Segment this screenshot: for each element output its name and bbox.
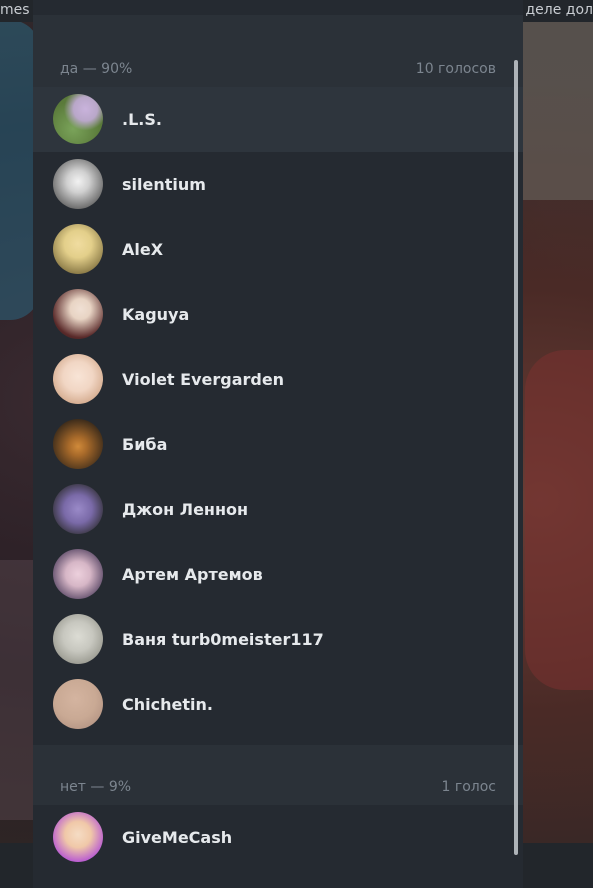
voter-row[interactable]: Ваня turb0meister117 (33, 607, 523, 672)
voter-avatar (53, 354, 103, 404)
poll-option-label: да — 90% (60, 61, 133, 77)
voter-name: Chichetin. (122, 695, 213, 714)
voter-row[interactable]: .L.S. (33, 87, 523, 152)
poll-option-header: да — 90% 10 голосов (33, 15, 523, 87)
voter-row[interactable]: Биба (33, 412, 523, 477)
wallpaper-shape (525, 350, 593, 690)
poll-vote-count: 1 голос (441, 779, 497, 795)
voter-avatar (53, 679, 103, 729)
voter-avatar (53, 224, 103, 274)
voter-avatar (53, 94, 103, 144)
voter-avatar (53, 812, 103, 862)
voter-name: Артем Артемов (122, 565, 263, 584)
voter-name: GiveMeCash (122, 828, 233, 847)
voter-row[interactable]: silentium (33, 152, 523, 217)
modal-scrollbar[interactable] (514, 60, 518, 855)
voter-avatar (53, 614, 103, 664)
voter-name: .L.S. (122, 110, 162, 129)
voter-name: Биба (122, 435, 168, 454)
voter-row[interactable]: GiveMeCash (33, 805, 523, 870)
modal-top-padding (33, 0, 523, 15)
wallpaper-shape (520, 20, 593, 200)
voter-row[interactable]: Violet Evergarden (33, 347, 523, 412)
voter-name: silentium (122, 175, 206, 194)
poll-vote-count: 10 голосов (415, 61, 496, 77)
voter-avatar (53, 159, 103, 209)
poll-voters-modal: да — 90% 10 голосов .L.S. silentium AleX… (33, 0, 523, 888)
voter-name: AleX (122, 240, 164, 259)
wallpaper-shape (0, 560, 34, 820)
voter-row[interactable]: Артем Артемов (33, 542, 523, 607)
chat-header-right-text: деле дол (525, 2, 593, 18)
voter-row[interactable]: Джон Леннон (33, 477, 523, 542)
poll-option-label: нет — 9% (60, 779, 132, 795)
voter-avatar (53, 419, 103, 469)
voter-row[interactable]: AleX (33, 217, 523, 282)
section-spacer (33, 737, 523, 745)
poll-option-header: нет — 9% 1 голос (33, 745, 523, 805)
chat-header-left-text: mes (0, 2, 30, 18)
voter-avatar (53, 484, 103, 534)
voter-row[interactable]: Kaguya (33, 282, 523, 347)
voter-avatar (53, 289, 103, 339)
voter-name: Ваня turb0meister117 (122, 630, 324, 649)
voter-name: Джон Леннон (122, 500, 249, 519)
voter-avatar (53, 549, 103, 599)
voter-name: Kaguya (122, 305, 190, 324)
voter-name: Violet Evergarden (122, 370, 285, 389)
voter-row[interactable]: Chichetin. (33, 672, 523, 737)
